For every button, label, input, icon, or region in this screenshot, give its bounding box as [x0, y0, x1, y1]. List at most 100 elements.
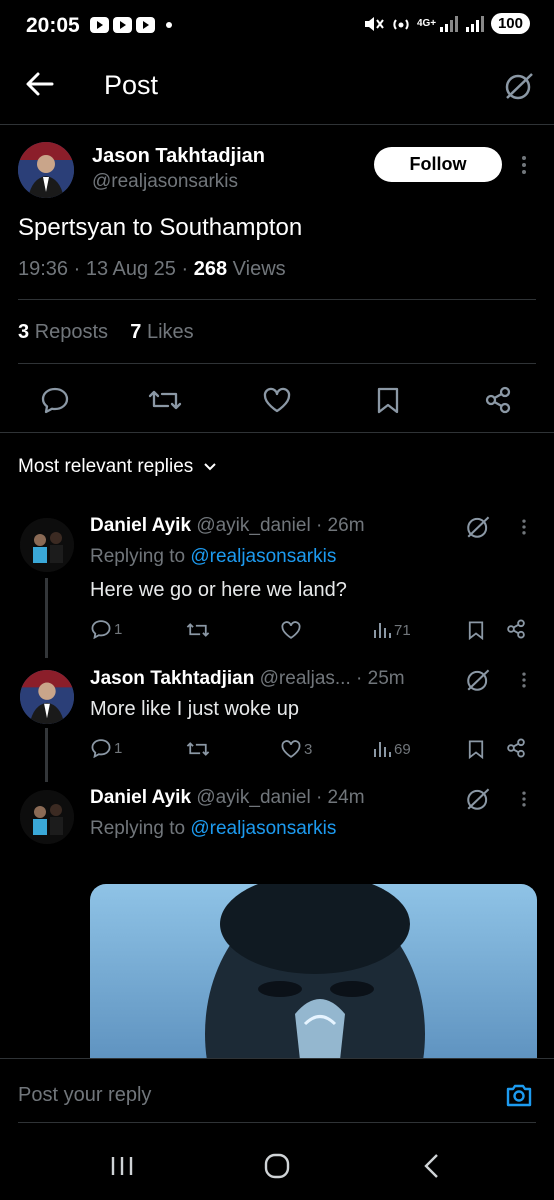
avatar-image-icon — [20, 518, 74, 572]
views-button[interactable]: 71 — [372, 620, 411, 640]
bookmark-button[interactable] — [467, 739, 485, 759]
reply-media-image[interactable] — [90, 884, 537, 1060]
comment-icon — [91, 620, 111, 639]
share-icon — [507, 738, 525, 758]
replies-sort-dropdown[interactable]: Most relevant replies — [18, 456, 217, 478]
share-button[interactable] — [506, 619, 526, 639]
hotspot-icon — [393, 18, 409, 30]
avatar[interactable] — [20, 790, 74, 844]
likes-stat[interactable]: 7 Likes — [130, 321, 193, 343]
heart-icon — [263, 387, 291, 413]
repost-button[interactable] — [186, 739, 210, 759]
status-system-icons: 4G+ 100 — [363, 13, 530, 34]
share-button[interactable] — [484, 386, 512, 414]
post-time: 19:36 — [18, 258, 69, 280]
avatar[interactable] — [18, 142, 74, 198]
youtube-icon — [90, 17, 109, 33]
youtube-icon — [113, 17, 132, 33]
signal-icon — [439, 15, 458, 32]
like-button[interactable] — [280, 620, 302, 640]
reply-author-handle[interactable]: @ayik_daniel — [196, 787, 310, 808]
divider — [0, 1058, 554, 1059]
reply-button[interactable]: 1 — [90, 619, 122, 639]
reply-time: · 24m — [315, 787, 365, 808]
network-type: 4G+ — [416, 17, 437, 29]
repost-icon — [186, 623, 210, 637]
views-label: Views — [232, 258, 286, 280]
likes-count: 7 — [130, 321, 142, 343]
grok-button[interactable] — [465, 514, 491, 540]
divider — [18, 1122, 536, 1123]
recent-apps-icon — [111, 1157, 133, 1175]
likes-label: Likes — [146, 321, 194, 343]
avatar[interactable] — [20, 670, 74, 724]
reply-text: Here we go or here we land? — [90, 579, 347, 601]
back-button[interactable] — [24, 70, 56, 98]
post-text: Spertsyan to Southampton — [18, 214, 303, 241]
header-divider — [0, 124, 554, 125]
more-options-button[interactable] — [518, 154, 530, 176]
reposts-stat[interactable]: 3 Reposts — [18, 321, 108, 343]
grok-button[interactable] — [465, 667, 491, 693]
reply-author-name[interactable]: Daniel Ayik — [90, 787, 191, 808]
youtube-icon — [136, 17, 155, 33]
more-vertical-icon — [522, 519, 526, 535]
reply-button[interactable]: 1 — [90, 738, 122, 758]
home-icon — [264, 1153, 290, 1179]
avatar[interactable] — [20, 518, 74, 572]
repost-button[interactable] — [148, 386, 182, 414]
more-options-button[interactable] — [519, 670, 529, 690]
reply-author-handle[interactable]: @realjas... — [260, 668, 351, 689]
post-meta: 19:36 · 13 Aug 25 · 268 Views — [18, 258, 286, 280]
reply-author-name[interactable]: Jason Takhtadjian — [90, 668, 254, 689]
camera-button[interactable] — [505, 1082, 533, 1108]
avatar-image-icon — [20, 670, 74, 724]
follow-button[interactable]: Follow — [374, 147, 502, 182]
share-button[interactable] — [506, 738, 526, 758]
repost-button[interactable] — [186, 620, 210, 640]
camera-icon — [506, 1084, 532, 1107]
reply-author-name[interactable]: Daniel Ayik — [90, 515, 191, 536]
like-button[interactable] — [262, 386, 292, 414]
like-count: 3 — [304, 740, 313, 758]
comment-icon — [91, 739, 111, 758]
views-count: 268 — [193, 258, 228, 280]
more-options-button[interactable] — [519, 517, 529, 537]
reply-button[interactable] — [40, 386, 70, 414]
more-options-button[interactable] — [519, 789, 529, 809]
avatar-image-icon — [18, 142, 74, 198]
bookmark-button[interactable] — [467, 620, 485, 640]
post-date: 13 Aug 25 — [85, 258, 176, 280]
comment-icon — [41, 387, 69, 414]
chevron-down-icon — [204, 463, 217, 471]
reply-input[interactable] — [18, 1084, 478, 1107]
grok-button[interactable] — [503, 70, 535, 102]
replying-to-link[interactable]: @realjasonsarkis — [190, 818, 336, 839]
like-button[interactable]: 3 — [280, 739, 312, 759]
page-title: Post — [104, 70, 159, 100]
grok-icon — [467, 516, 490, 538]
recent-apps-button[interactable] — [110, 1155, 134, 1177]
repost-icon — [186, 742, 210, 756]
post-author-name[interactable]: Jason Takhtadjian — [92, 145, 265, 168]
home-button[interactable] — [264, 1153, 290, 1179]
views-button[interactable]: 69 — [372, 739, 411, 759]
post-author-handle[interactable]: @realjasonsarkis — [92, 171, 238, 193]
status-notification-icons — [90, 17, 155, 33]
reply-author-handle[interactable]: @ayik_daniel — [196, 515, 310, 536]
reply-count: 1 — [114, 620, 123, 638]
heart-icon — [281, 740, 301, 758]
thread-line — [45, 578, 48, 658]
avatar-image-icon — [20, 790, 74, 844]
replying-to-link[interactable]: @realjasonsarkis — [190, 546, 336, 567]
replies-sort-label: Most relevant replies — [18, 456, 194, 477]
more-vertical-icon — [522, 672, 526, 688]
bookmark-button[interactable] — [375, 386, 401, 414]
views-count: 69 — [394, 740, 411, 758]
reposts-count: 3 — [18, 321, 30, 343]
back-nav-button[interactable] — [422, 1153, 442, 1179]
heart-icon — [281, 621, 301, 639]
signal-icon — [465, 15, 484, 32]
more-vertical-icon — [522, 791, 526, 807]
grok-button[interactable] — [465, 786, 491, 812]
